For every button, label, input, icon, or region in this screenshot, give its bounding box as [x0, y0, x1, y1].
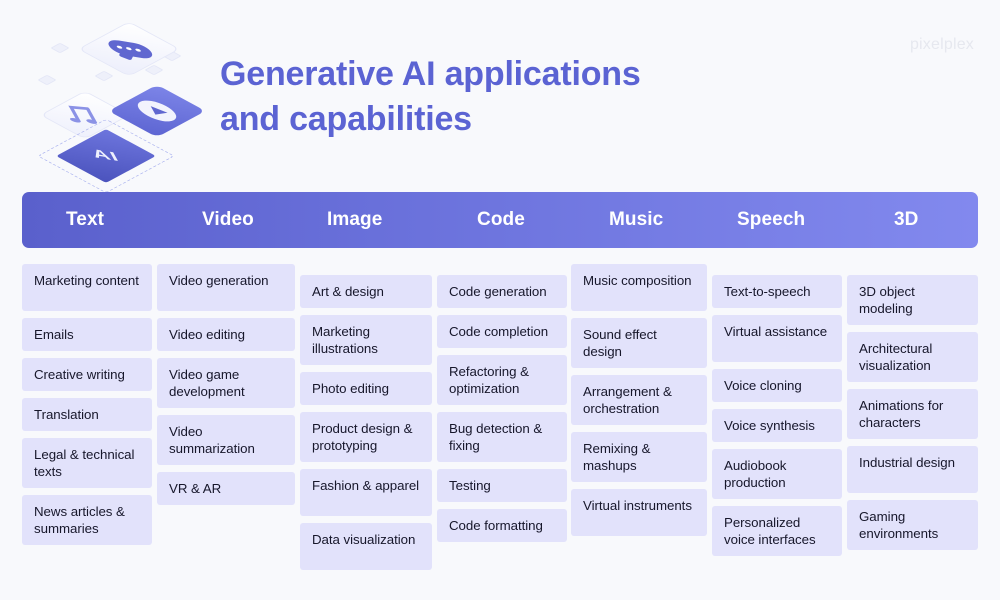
- capability-card[interactable]: Voice cloning: [712, 369, 842, 402]
- capability-card[interactable]: Arrangement & orchestration: [571, 375, 707, 425]
- brand-logo: pixelplex: [909, 36, 974, 53]
- capability-card[interactable]: Product design & prototyping: [300, 412, 432, 462]
- capability-card[interactable]: 3D object modeling: [847, 275, 978, 325]
- capability-card[interactable]: Architectural visualization: [847, 332, 978, 382]
- header-section: pixelplex AI Generative AI applications …: [0, 0, 1000, 194]
- capability-card[interactable]: Gaming environments: [847, 500, 978, 550]
- capability-card[interactable]: Data visualization: [300, 523, 432, 570]
- decorative-cube-icon: [37, 74, 57, 86]
- bubble-dot-icon: [125, 46, 133, 51]
- capability-card[interactable]: Virtual assistance: [712, 315, 842, 362]
- capability-card[interactable]: Code generation: [437, 275, 567, 308]
- capability-card[interactable]: Bug detection & fixing: [437, 412, 567, 462]
- generative-ai-illustration: AI: [37, 12, 206, 194]
- capability-card[interactable]: Audiobook production: [712, 449, 842, 499]
- category-label-code: Code: [477, 209, 525, 230]
- capability-card[interactable]: Code formatting: [437, 509, 567, 542]
- page-title-line-1: Generative AI applications: [220, 55, 641, 93]
- capability-card[interactable]: Video summarization: [157, 415, 295, 465]
- capability-card[interactable]: Video game development: [157, 358, 295, 408]
- capability-card[interactable]: Translation: [22, 398, 152, 431]
- speech-bubble-shape: [104, 38, 156, 61]
- capability-card[interactable]: Personalized voice interfaces: [712, 506, 842, 556]
- capability-card[interactable]: Remixing & mashups: [571, 432, 707, 482]
- play-triangle: [150, 106, 170, 117]
- capability-card[interactable]: Marketing content: [22, 264, 152, 311]
- category-label-3d: 3D: [894, 209, 919, 230]
- decorative-cube-icon: [50, 42, 70, 54]
- chat-bubble-icon: [77, 21, 181, 77]
- category-label-speech: Speech: [737, 209, 806, 230]
- capability-card[interactable]: Code completion: [437, 315, 567, 348]
- column-image: Art & design Marketing illustrations Photo…: [300, 275, 432, 577]
- category-label-video: Video: [202, 209, 254, 230]
- capability-card[interactable]: Testing: [437, 469, 567, 502]
- capability-card[interactable]: Animations for characters: [847, 389, 978, 439]
- capability-card[interactable]: Industrial design: [847, 446, 978, 493]
- category-label-music: Music: [609, 209, 664, 230]
- capability-card[interactable]: Virtual instruments: [571, 489, 707, 536]
- capability-card[interactable]: Voice synthesis: [712, 409, 842, 442]
- capability-card[interactable]: News articles & summaries: [22, 495, 152, 545]
- capability-card[interactable]: Marketing illustrations: [300, 315, 432, 365]
- column-speech: Text-to-speech Virtual assistance Voice cl…: [712, 275, 842, 563]
- column-code: Code generation Code completion Refactorin…: [437, 275, 567, 549]
- note-head: [68, 117, 82, 124]
- category-header-bar: Text Video Image Code Music Speech 3D: [22, 192, 978, 248]
- column-text: Marketing content Emails Creative writing T…: [22, 264, 152, 552]
- ai-chip-body: AI: [56, 129, 156, 183]
- page-title-line-2: and capabilities: [220, 100, 472, 138]
- capability-card[interactable]: Refactoring & optimization: [437, 355, 567, 405]
- capability-card[interactable]: Video editing: [157, 318, 295, 351]
- capability-card[interactable]: Text-to-speech: [712, 275, 842, 308]
- category-label-image: Image: [327, 209, 383, 230]
- capability-card[interactable]: Photo editing: [300, 372, 432, 405]
- category-label-text: Text: [66, 209, 105, 230]
- ai-chip-label: AI: [89, 146, 123, 165]
- capability-card[interactable]: Creative writing: [22, 358, 152, 391]
- capability-card[interactable]: Sound effect design: [571, 318, 707, 368]
- capability-card[interactable]: Art & design: [300, 275, 432, 308]
- capability-card[interactable]: Fashion & apparel: [300, 469, 432, 516]
- play-circle: [133, 98, 181, 124]
- bubble-dot-icon: [134, 48, 142, 53]
- capability-card[interactable]: Video generation: [157, 264, 295, 311]
- capability-columns: Marketing content Emails Creative writing T…: [22, 264, 978, 584]
- column-video: Video generation Video editing Video game …: [157, 264, 295, 512]
- column-music: Music composition Sound effect design Arra…: [571, 264, 707, 543]
- capability-card[interactable]: Legal & technical texts: [22, 438, 152, 488]
- capability-card[interactable]: Emails: [22, 318, 152, 351]
- page-title: Generative AI applications and capabilit…: [220, 52, 860, 142]
- capability-card[interactable]: VR & AR: [157, 472, 295, 505]
- decorative-cube-icon: [94, 70, 114, 82]
- capability-card[interactable]: Music composition: [571, 264, 707, 311]
- column-3d: 3D object modeling Architectural visualiz…: [847, 275, 978, 557]
- bubble-dot-icon: [116, 45, 123, 50]
